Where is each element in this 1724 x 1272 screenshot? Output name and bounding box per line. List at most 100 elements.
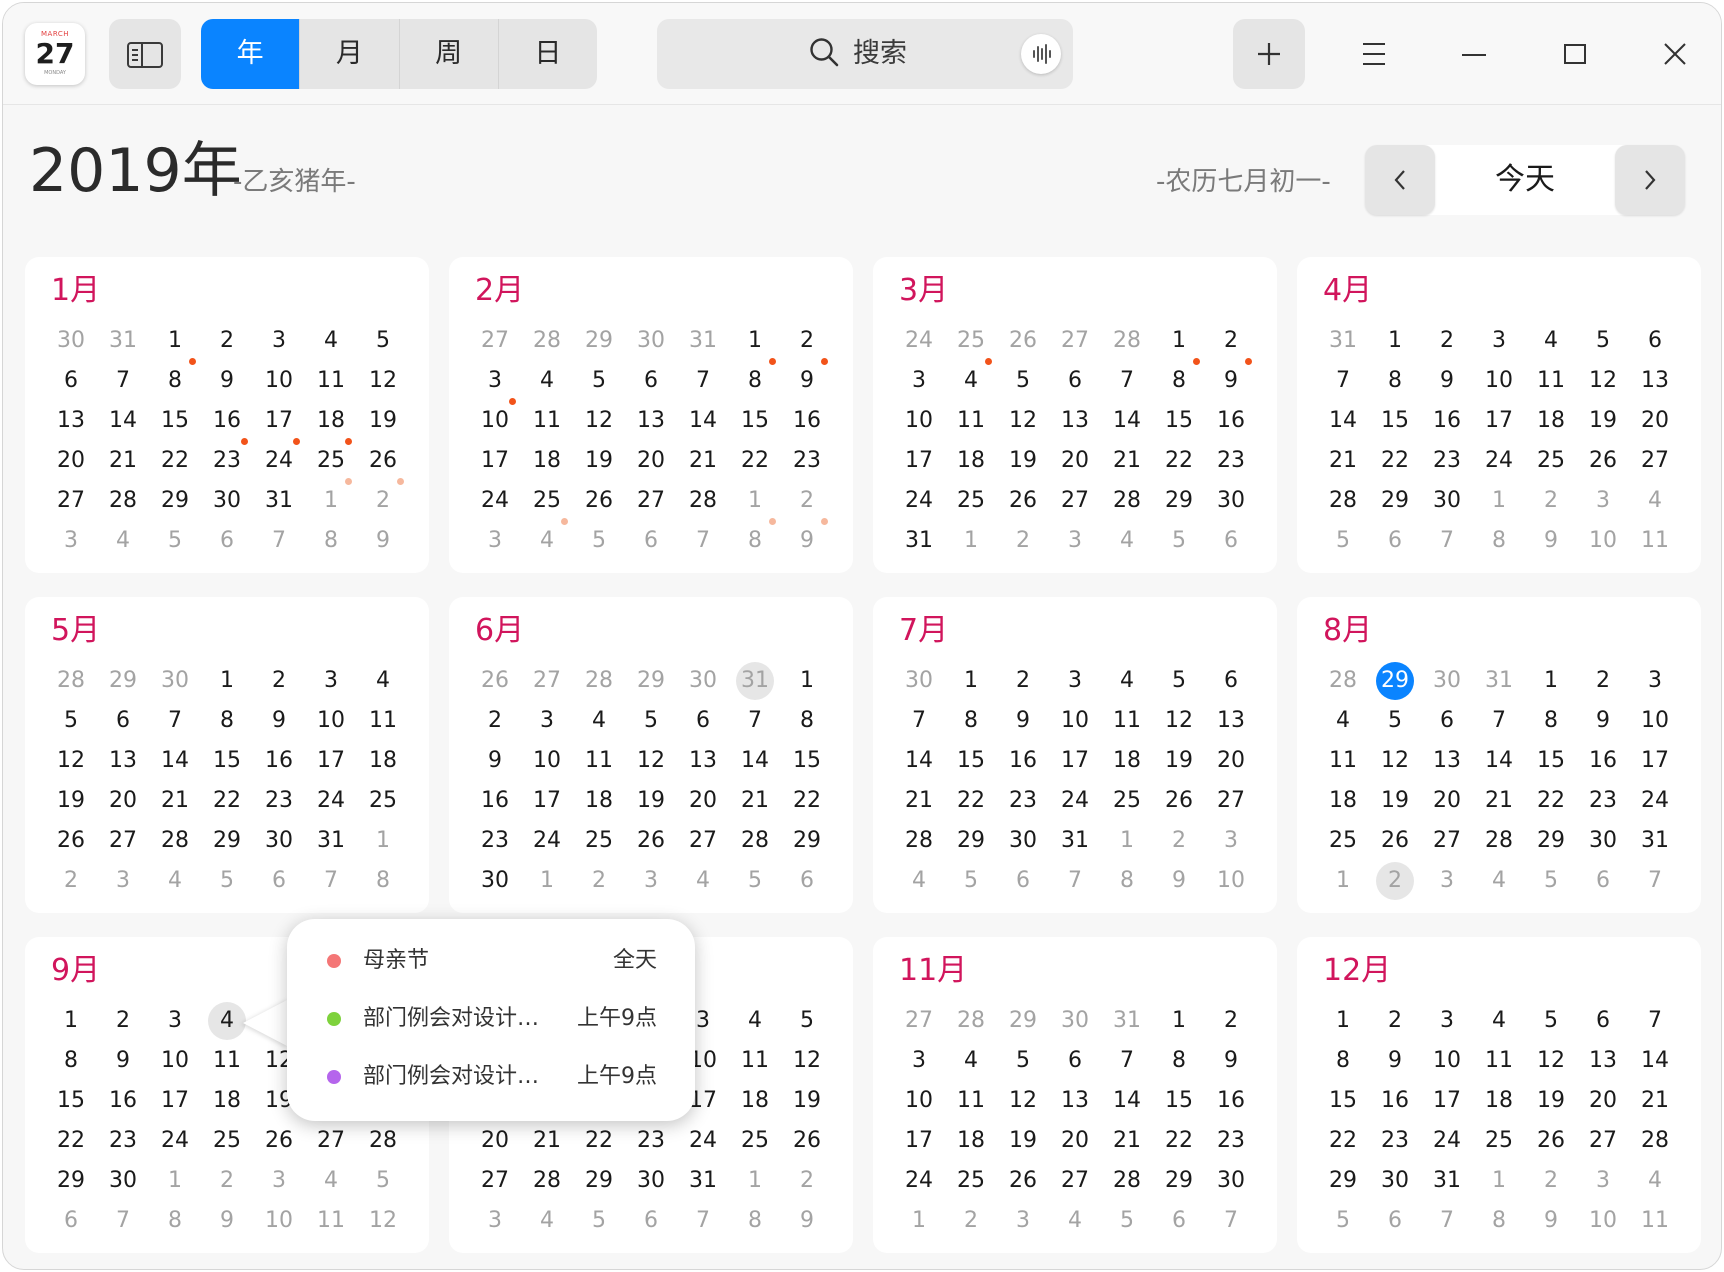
day-cell[interactable]: 9 — [788, 362, 826, 400]
day-cell[interactable]: 26 — [788, 1122, 826, 1160]
adjacent-month-day[interactable]: 5 — [952, 862, 990, 900]
day-cell[interactable]: 19 — [1532, 1082, 1570, 1120]
day-cell[interactable]: 9 — [1212, 1042, 1250, 1080]
day-cell[interactable]: 22 — [580, 1122, 618, 1160]
day-cell[interactable]: 22 — [208, 782, 246, 820]
day-cell[interactable]: 21 — [900, 782, 938, 820]
day-cell[interactable]: 21 — [1108, 442, 1146, 480]
day-cell[interactable]: 1 — [788, 662, 826, 700]
day-cell[interactable]: 24 — [900, 1162, 938, 1200]
adjacent-month-day[interactable]: 4 — [528, 1202, 566, 1240]
day-cell[interactable]: 20 — [104, 782, 142, 820]
day-cell[interactable]: 4 — [312, 322, 350, 360]
close-button[interactable] — [1640, 19, 1710, 89]
adjacent-month-day[interactable]: 3 — [632, 862, 670, 900]
adjacent-month-day[interactable]: 6 — [1212, 522, 1250, 560]
minimize-button[interactable] — [1439, 19, 1509, 89]
day-cell[interactable]: 27 — [312, 1122, 350, 1160]
sidebar-toggle-button[interactable] — [109, 19, 181, 89]
adjacent-month-day[interactable]: 9 — [1532, 522, 1570, 560]
day-cell[interactable]: 10 — [156, 1042, 194, 1080]
month-card[interactable]: 5月 28 29 30 1 2 3 4 5 6 7 8 9 10 11 12 13 14 15 16 17 18 19 20 2… — [25, 597, 429, 913]
day-cell[interactable]: 29 — [1160, 1162, 1198, 1200]
add-event-button[interactable] — [1233, 19, 1305, 89]
adjacent-month-day[interactable]: 6 — [1376, 1202, 1414, 1240]
day-cell[interactable]: 13 — [1056, 402, 1094, 440]
day-cell[interactable]: 18 — [952, 442, 990, 480]
day-cell[interactable]: 27 — [52, 482, 90, 520]
adjacent-month-day[interactable]: 27 — [900, 1002, 938, 1040]
day-cell[interactable]: 21 — [1108, 1122, 1146, 1160]
day-cell[interactable]: 11 — [580, 742, 618, 780]
day-cell[interactable]: 30 — [1212, 482, 1250, 520]
day-cell[interactable]: 9 — [1376, 1042, 1414, 1080]
month-card[interactable]: 1月 30 31 1 2 3 4 5 6 7 8 9 10 11 12 13 14 15 16 17 18 19 20 21 2… — [25, 257, 429, 573]
adjacent-month-day[interactable]: 28 — [1324, 662, 1362, 700]
adjacent-month-day[interactable]: 28 — [952, 1002, 990, 1040]
adjacent-month-day[interactable]: 3 — [52, 522, 90, 560]
day-cell[interactable]: 20 — [1056, 442, 1094, 480]
day-cell[interactable]: 1 — [208, 662, 246, 700]
day-cell[interactable]: 21 — [156, 782, 194, 820]
day-cell[interactable]: 2 — [476, 702, 514, 740]
day-cell[interactable]: 12 — [1376, 742, 1414, 780]
day-cell[interactable]: 12 — [580, 402, 618, 440]
day-cell[interactable]: 14 — [1108, 1082, 1146, 1120]
day-cell[interactable]: 12 — [632, 742, 670, 780]
day-cell[interactable]: 6 — [1212, 662, 1250, 700]
day-cell[interactable]: 29 — [1324, 1162, 1362, 1200]
adjacent-month-day[interactable]: 24 — [900, 322, 938, 360]
day-cell[interactable]: 29 — [1160, 482, 1198, 520]
adjacent-month-day[interactable]: 28 — [1108, 322, 1146, 360]
day-cell[interactable]: 28 — [156, 822, 194, 860]
adjacent-month-day[interactable]: 7 — [1428, 522, 1466, 560]
day-cell[interactable]: 22 — [1160, 1122, 1198, 1160]
adjacent-month-day[interactable]: 10 — [260, 1202, 298, 1240]
adjacent-month-day[interactable]: 1 — [900, 1202, 938, 1240]
month-card[interactable]: 8月 28 29 30 31 1 2 3 4 5 6 7 8 9 10 11 12 13 14 15 16 17 18 19 2… — [1297, 597, 1701, 913]
day-cell[interactable]: 13 — [52, 402, 90, 440]
day-cell[interactable]: 26 — [364, 442, 402, 480]
day-cell[interactable]: 10 — [312, 702, 350, 740]
day-cell[interactable]: 7 — [1480, 702, 1518, 740]
adjacent-month-day[interactable]: 29 — [632, 662, 670, 700]
day-cell[interactable]: 14 — [156, 742, 194, 780]
adjacent-month-day[interactable]: 3 — [476, 522, 514, 560]
adjacent-month-day[interactable]: 3 — [1212, 822, 1250, 860]
day-cell[interactable]: 4 — [208, 1002, 246, 1040]
month-title[interactable]: 2月 — [475, 271, 524, 311]
day-cell[interactable]: 26 — [52, 822, 90, 860]
day-cell[interactable]: 2 — [104, 1002, 142, 1040]
day-cell[interactable]: 25 — [528, 482, 566, 520]
day-cell[interactable]: 5 — [364, 322, 402, 360]
day-cell[interactable]: 20 — [1428, 782, 1466, 820]
day-cell[interactable]: 28 — [1108, 482, 1146, 520]
adjacent-month-day[interactable]: 30 — [1428, 662, 1466, 700]
day-cell[interactable]: 4 — [736, 1002, 774, 1040]
day-cell[interactable]: 7 — [1108, 1042, 1146, 1080]
day-cell[interactable]: 13 — [1428, 742, 1466, 780]
day-cell[interactable]: 26 — [1532, 1122, 1570, 1160]
day-cell[interactable]: 23 — [1212, 442, 1250, 480]
day-cell[interactable]: 18 — [1532, 402, 1570, 440]
adjacent-month-day[interactable]: 11 — [1636, 522, 1674, 560]
adjacent-month-day[interactable]: 3 — [476, 1202, 514, 1240]
day-cell[interactable]: 11 — [1324, 742, 1362, 780]
day-cell[interactable]: 20 — [476, 1122, 514, 1160]
adjacent-month-day[interactable]: 2 — [364, 482, 402, 520]
day-cell[interactable]: 31 — [1636, 822, 1674, 860]
day-cell[interactable]: 11 — [1108, 702, 1146, 740]
month-title[interactable]: 12月 — [1323, 951, 1391, 991]
day-cell[interactable]: 1 — [1376, 322, 1414, 360]
day-cell[interactable]: 15 — [1160, 402, 1198, 440]
day-cell[interactable]: 27 — [684, 822, 722, 860]
day-cell[interactable]: 14 — [900, 742, 938, 780]
day-cell[interactable]: 20 — [1212, 742, 1250, 780]
day-cell[interactable]: 7 — [900, 702, 938, 740]
day-cell[interactable]: 26 — [1004, 1162, 1042, 1200]
day-cell[interactable]: 29 — [156, 482, 194, 520]
day-cell[interactable]: 26 — [260, 1122, 298, 1160]
month-title[interactable]: 8月 — [1323, 611, 1372, 651]
day-cell[interactable]: 12 — [1532, 1042, 1570, 1080]
adjacent-month-day[interactable]: 3 — [1056, 522, 1094, 560]
